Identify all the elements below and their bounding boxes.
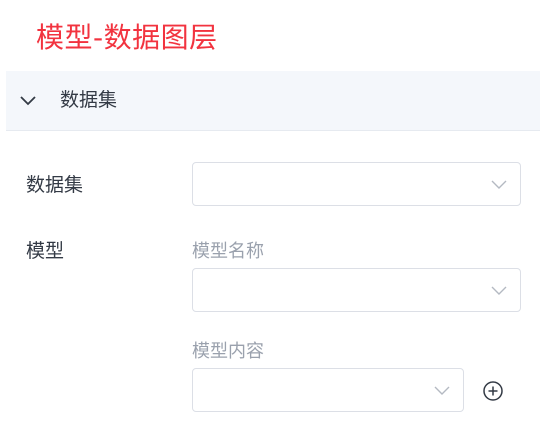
layer-config-panel: 模型-数据图层 数据集 数据集 模型 模型名称 模型内容 bbox=[0, 0, 540, 436]
dataset-section-header[interactable]: 数据集 bbox=[6, 71, 540, 131]
panel-title: 模型-数据图层 bbox=[36, 21, 218, 54]
plus-circle-icon[interactable] bbox=[482, 380, 504, 402]
model-content-label: 模型内容 bbox=[192, 341, 264, 362]
chevron-down-icon bbox=[490, 282, 508, 300]
model-label: 模型 bbox=[26, 240, 65, 262]
dataset-label: 数据集 bbox=[26, 174, 84, 196]
model-name-select[interactable] bbox=[192, 268, 521, 312]
chevron-down-icon bbox=[490, 176, 508, 194]
dataset-select[interactable] bbox=[192, 162, 521, 206]
model-name-label: 模型名称 bbox=[192, 241, 264, 262]
chevron-down-icon bbox=[18, 91, 38, 111]
section-label: 数据集 bbox=[60, 89, 118, 111]
chevron-down-icon bbox=[433, 382, 451, 400]
model-content-select[interactable] bbox=[192, 368, 464, 412]
